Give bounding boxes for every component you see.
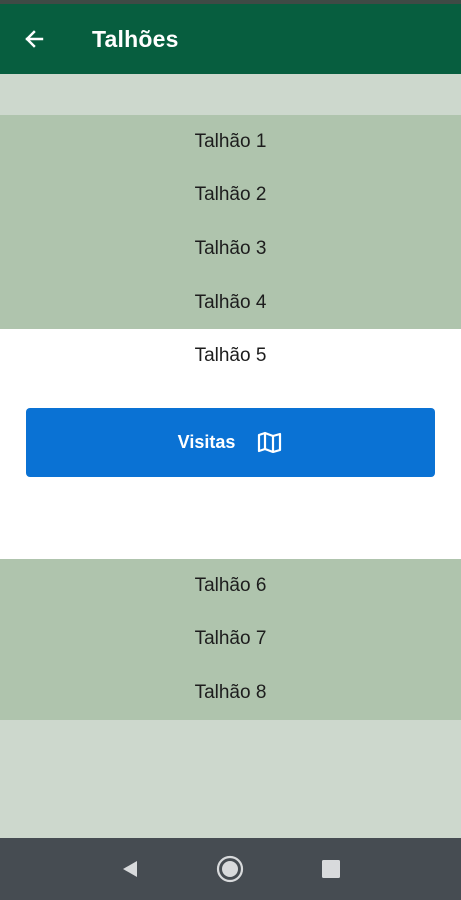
list-item-label: Talhão 4 [194, 291, 267, 313]
list-item-talhao-2[interactable]: Talhão 2 [0, 168, 461, 223]
list-item-label: Talhão 1 [194, 130, 267, 152]
page-title: Talhões [92, 25, 179, 52]
circle-home-icon[interactable] [213, 852, 247, 886]
list-item-label: Talhão 6 [194, 574, 267, 596]
visitas-button-label: Visitas [177, 431, 236, 452]
app-bar: Talhões [0, 4, 461, 74]
list-item-talhao-4[interactable]: Talhão 4 [0, 275, 461, 330]
list-item-talhao-3[interactable]: Talhão 3 [0, 222, 461, 276]
visitas-button[interactable]: Visitas [26, 407, 435, 477]
map-icon [257, 431, 283, 454]
list-item-talhao-7[interactable]: Talhão 7 [0, 612, 461, 667]
system-navigation-bar [0, 838, 461, 900]
back-arrow-icon[interactable] [24, 29, 44, 49]
list-item-label: Talhão 8 [194, 681, 267, 703]
list-item-label: Talhão 3 [194, 237, 267, 259]
list-item-talhao-6[interactable]: Talhão 6 [0, 558, 461, 613]
list-item-talhao-8[interactable]: Talhão 8 [0, 666, 461, 720]
list-item-label: Talhão 5 [194, 345, 267, 367]
expanded-item-panel: Visitas [0, 382, 461, 559]
square-recents-icon[interactable] [314, 852, 348, 886]
talhao-list: Talhão 1 Talhão 2 Talhão 3 Talhão 4 Talh… [0, 115, 461, 720]
triangle-back-icon[interactable] [113, 852, 147, 886]
list-item-talhao-5[interactable]: Talhão 5 [0, 329, 461, 383]
list-item-label: Talhão 2 [194, 184, 267, 206]
list-item-talhao-1[interactable]: Talhão 1 [0, 115, 461, 169]
list-item-label: Talhão 7 [194, 628, 267, 650]
